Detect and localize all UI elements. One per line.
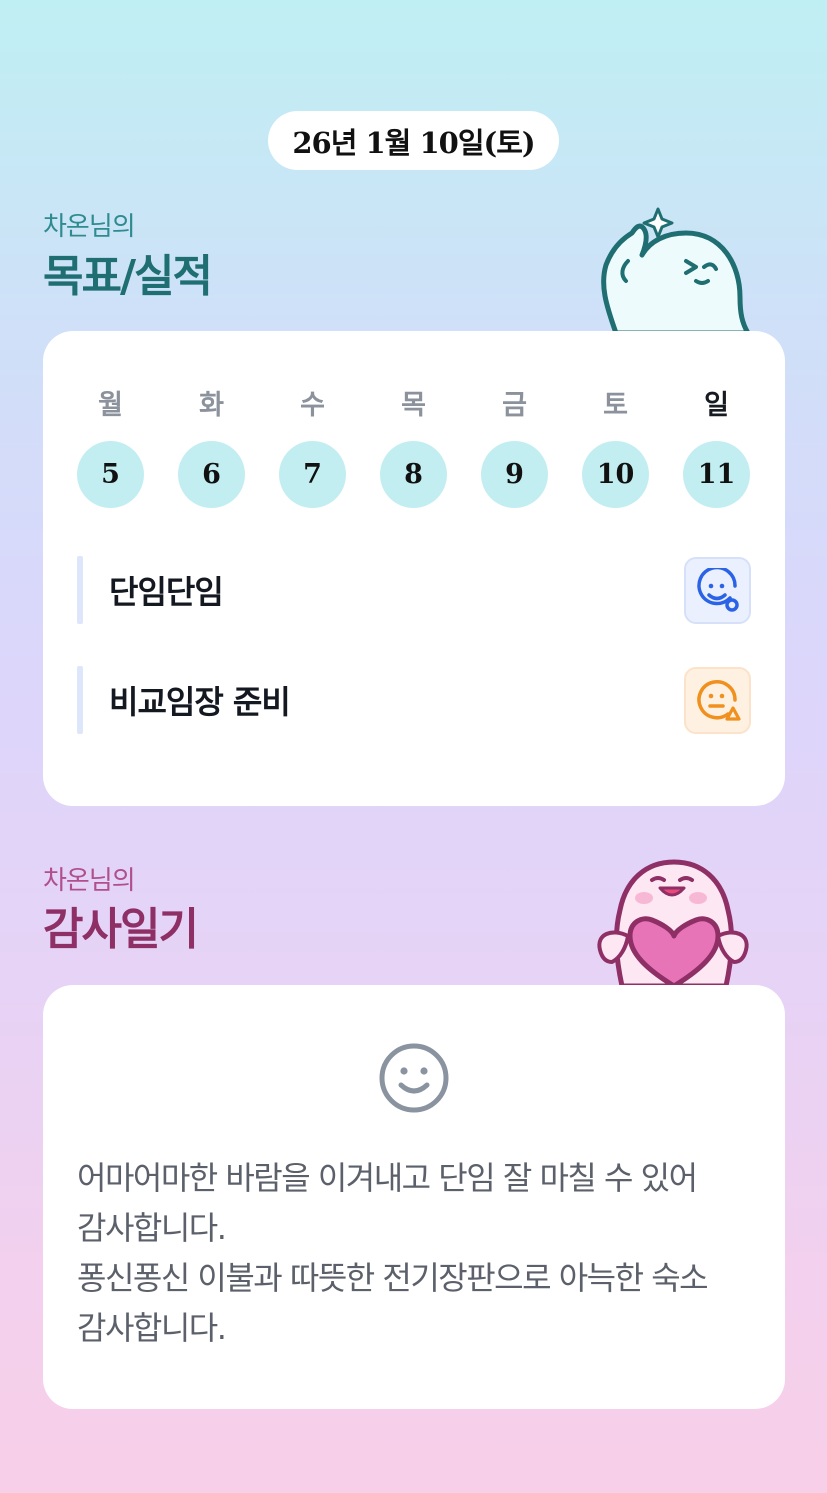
goals-card: 월 화 수 목 금 토 일 5 6 7 8 9 10 11 단임단임 비교임장 … [43, 331, 785, 806]
goal-status-button[interactable] [684, 667, 751, 734]
gratitude-line: 감사합니다. [77, 1209, 227, 1247]
day-9-button[interactable]: 9 [481, 441, 548, 508]
goal-text: 비교임장 준비 [109, 683, 291, 721]
weekday-label: 화 [199, 390, 224, 421]
smile-circle-icon [696, 567, 739, 612]
day-6-button[interactable]: 6 [178, 441, 245, 508]
gratitude-line: 퐁신퐁신 이불과 따뜻한 전기장판으로 아늑한 숙소 [77, 1259, 709, 1297]
mascot-heart-icon [597, 859, 749, 986]
gratitude-text: 어마어마한 바람을 이겨내고 단임 잘 마칠 수 있어 감사합니다. 퐁신퐁신 … [77, 1153, 767, 1353]
gratitude-section-title: 감사일기 [43, 904, 199, 955]
day-10-button[interactable]: 10 [582, 441, 649, 508]
weekday-label: 금 [502, 390, 527, 421]
goals-section-title: 목표/실적 [43, 251, 213, 302]
goal-item[interactable]: 단임단임 [77, 556, 751, 624]
goals-section-subtitle: 차온님의 [43, 212, 136, 242]
goal-accent-bar [77, 666, 83, 734]
goal-text: 단임단임 [109, 573, 224, 611]
gratitude-card: 어마어마한 바람을 이겨내고 단임 잘 마칠 수 있어 감사합니다. 퐁신퐁신 … [43, 985, 785, 1409]
weekday-label: 목 [401, 390, 426, 421]
smile-face-icon [379, 1043, 449, 1113]
gratitude-line: 어마어마한 바람을 이겨내고 단임 잘 마칠 수 있어 [77, 1159, 698, 1197]
weekday-label: 월 [98, 390, 123, 421]
weekday-label-today: 일 [704, 390, 729, 421]
gratitude-section-subtitle: 차온님의 [43, 866, 136, 896]
goal-item[interactable]: 비교임장 준비 [77, 666, 751, 734]
goal-accent-bar [77, 556, 83, 624]
mascot-thumbs-up-icon [601, 207, 751, 335]
gratitude-line: 감사합니다. [77, 1309, 227, 1347]
day-7-button[interactable]: 7 [279, 441, 346, 508]
weekday-label: 수 [300, 390, 325, 421]
day-11-button[interactable]: 11 [683, 441, 750, 508]
day-8-button[interactable]: 8 [380, 441, 447, 508]
neutral-triangle-icon [696, 679, 741, 721]
goal-status-button[interactable] [684, 557, 751, 624]
day-5-button[interactable]: 5 [77, 441, 144, 508]
date-label[interactable]: 26년 1월 10일(토) [268, 111, 559, 170]
weekday-label: 토 [603, 390, 628, 421]
